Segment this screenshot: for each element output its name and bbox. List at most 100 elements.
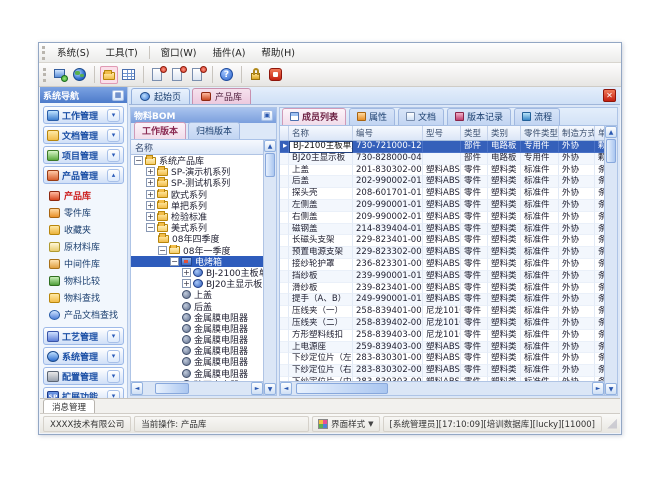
tree-node[interactable]: +BJ-2100主板单点: [131, 267, 263, 278]
chevron-down-icon[interactable]: ▾: [107, 129, 120, 142]
tree-node[interactable]: +单把系列: [131, 200, 263, 211]
table-row[interactable]: 磁钢盖214-839404-01X塑料ABS零件塑料类标准件外协条: [280, 224, 604, 236]
menu-item-1[interactable]: 工具(T): [97, 43, 145, 62]
tree-node[interactable]: +SP-演示机系列: [131, 166, 263, 177]
tree-node[interactable]: 08年四季度: [131, 233, 263, 244]
sidebar-panel-6[interactable]: 配置管理▾: [43, 367, 124, 385]
sidebar-item-产品库[interactable]: 产品库: [40, 187, 127, 204]
menu-item-0[interactable]: 系统(S): [49, 43, 97, 62]
grid-vscroll-thumb[interactable]: [606, 139, 616, 163]
doc-tab-产品库[interactable]: 产品库: [192, 88, 251, 104]
open-library-icon[interactable]: [100, 66, 118, 84]
scroll-left-icon[interactable]: ◄: [280, 382, 292, 395]
tree-hscroll-track[interactable]: [190, 382, 251, 395]
tab-文档[interactable]: 文档: [398, 108, 444, 125]
menubar-grip[interactable]: [42, 46, 46, 60]
menu-item-4[interactable]: 帮助(H): [253, 43, 303, 62]
column-header-单位[interactable]: 单位: [595, 126, 604, 140]
grid-hscrollbar[interactable]: ◄ ►: [280, 381, 604, 395]
version-tab-工作版本[interactable]: 工作版本: [134, 122, 186, 139]
bom-panel-menu-button[interactable]: ▣: [261, 110, 273, 121]
sidebar-item-物料比较[interactable]: 物料比较: [40, 272, 127, 289]
menu-item-3[interactable]: 插件(A): [204, 43, 253, 62]
tab-属性[interactable]: 属性: [349, 108, 395, 125]
table-row[interactable]: 压线夹（一）258-839401-00X尼龙1010零件塑料类标准件外协条: [280, 306, 604, 318]
exit-icon[interactable]: [267, 66, 285, 84]
sidebar-panel-0[interactable]: 工作管理▾: [43, 106, 124, 124]
expand-icon[interactable]: +: [146, 190, 155, 199]
scroll-up-icon[interactable]: ▲: [605, 126, 617, 138]
sidebar-item-中间件库[interactable]: 中间件库: [40, 255, 127, 272]
table-row[interactable]: 滑纱板239-823401-00X塑料ABS零件塑料类标准件外协条: [280, 283, 604, 295]
help-icon[interactable]: ?: [218, 66, 236, 84]
tree-vscrollbar[interactable]: ▲ ▼: [263, 140, 276, 395]
grid-hscroll-track[interactable]: [389, 382, 592, 395]
expand-icon[interactable]: +: [182, 268, 191, 277]
expand-icon[interactable]: +: [146, 201, 155, 210]
tree-node[interactable]: 金属膜电阻器: [131, 356, 263, 367]
sidebar-item-物料查找[interactable]: 物料查找: [40, 289, 127, 306]
sidebar-panel-4[interactable]: 工艺管理▾: [43, 327, 124, 345]
version-tab-归档版本[interactable]: 归档版本: [188, 122, 240, 139]
tree-node[interactable]: +检验标准: [131, 211, 263, 222]
table-row[interactable]: BJ20主显示板730-828000-04X部件电路板专用件外协颗: [280, 153, 604, 165]
tree-node[interactable]: 金属膜电阻器: [131, 334, 263, 345]
interface-style-dropdown[interactable]: 界面样式 ▼: [312, 416, 379, 432]
tree-node[interactable]: 后盖: [131, 300, 263, 311]
chevron-down-icon[interactable]: ▾: [107, 390, 120, 399]
expand-icon[interactable]: +: [146, 212, 155, 221]
close-tab-icon[interactable]: ✕: [603, 89, 616, 102]
sidebar-panel-5[interactable]: 系统管理▾: [43, 347, 124, 365]
column-header-型号[interactable]: 型号: [423, 126, 461, 140]
expand-icon[interactable]: +: [182, 279, 191, 288]
sidebar-panel-3[interactable]: 产品管理▴: [43, 166, 124, 184]
tree-hscroll-thumb[interactable]: [155, 383, 189, 394]
table-row[interactable]: 下纱定位片（右）283-830302-00X塑料ABS零件塑料类标准件外协条: [280, 365, 604, 377]
table-row[interactable]: 上电源座259-839403-00X塑料ABS零件塑料类标准件外协条: [280, 342, 604, 354]
grid-vscrollbar[interactable]: ▲ ▼: [604, 126, 617, 395]
menu-item-2[interactable]: 窗口(W): [153, 43, 205, 62]
tree-vscroll-track[interactable]: [264, 178, 276, 383]
column-header-indicator[interactable]: [280, 126, 289, 140]
tab-成员列表[interactable]: 成员列表: [282, 108, 346, 125]
tree-node[interactable]: 金属膜电阻器: [131, 323, 263, 334]
column-header-编号[interactable]: 编号: [353, 126, 423, 140]
tree-node[interactable]: −系统产品库: [131, 155, 263, 166]
tree-node[interactable]: +BJ20主显示板: [131, 278, 263, 289]
message-tab[interactable]: 消息管理: [43, 399, 95, 413]
collapse-icon[interactable]: −: [170, 257, 179, 266]
sidebar-menu-button[interactable]: ▦: [112, 90, 124, 101]
tab-流程[interactable]: 流程: [514, 108, 560, 125]
table-row[interactable]: 下纱定位片（左）283-830301-00X塑料ABS零件塑料类标准件外协条: [280, 353, 604, 365]
tree-node[interactable]: −电烤箱: [131, 256, 263, 267]
scroll-down-icon[interactable]: ▼: [605, 383, 617, 395]
tree-column-header[interactable]: 名称: [131, 140, 263, 155]
tree-node[interactable]: 金属膜电阻器: [131, 345, 263, 356]
table-row[interactable]: 上盖201-830302-00X塑料ABS零件塑料类标准件外协条: [280, 165, 604, 177]
table-row[interactable]: 后盖202-990002-01X塑料ABS零件塑料类标准件外协条: [280, 176, 604, 188]
globe-icon[interactable]: [71, 66, 89, 84]
tree-node[interactable]: +SP-测试机系列: [131, 177, 263, 188]
scroll-down-icon[interactable]: ▼: [264, 383, 276, 395]
table-row[interactable]: 接纱轮护罩236-823301-00X塑料ABS零件塑料类标准件外协条: [280, 259, 604, 271]
expand-icon[interactable]: +: [146, 178, 155, 187]
table-view-icon[interactable]: [120, 66, 138, 84]
chevron-down-icon[interactable]: ▾: [107, 149, 120, 162]
toolbar-grip[interactable]: [43, 68, 47, 82]
scroll-up-icon[interactable]: ▲: [264, 140, 276, 152]
table-row[interactable]: 挡纱板239-990001-01X塑料ABS零件塑料类标准件外协条: [280, 271, 604, 283]
table-row[interactable]: 长磁头支架229-823401-00X塑料ABS零件塑料类标准件外协条: [280, 235, 604, 247]
doc-delete-icon[interactable]: [189, 66, 207, 84]
tree-node[interactable]: −08年一季度: [131, 245, 263, 256]
tree-hscrollbar[interactable]: ◄ ►: [131, 381, 263, 395]
expand-icon[interactable]: +: [146, 167, 155, 176]
resize-grip[interactable]: [607, 419, 617, 429]
chevron-down-icon[interactable]: ▾: [107, 350, 120, 363]
tree-node[interactable]: +欧式系列: [131, 189, 263, 200]
sidebar-item-零件库[interactable]: 零件库: [40, 204, 127, 221]
doc-refresh-icon[interactable]: [169, 66, 187, 84]
tree-node[interactable]: 独石电容器: [131, 379, 263, 381]
column-header-名称[interactable]: 名称: [289, 126, 353, 140]
sidebar-item-原材料库[interactable]: 原材料库: [40, 238, 127, 255]
doc-close-icon[interactable]: [149, 66, 167, 84]
